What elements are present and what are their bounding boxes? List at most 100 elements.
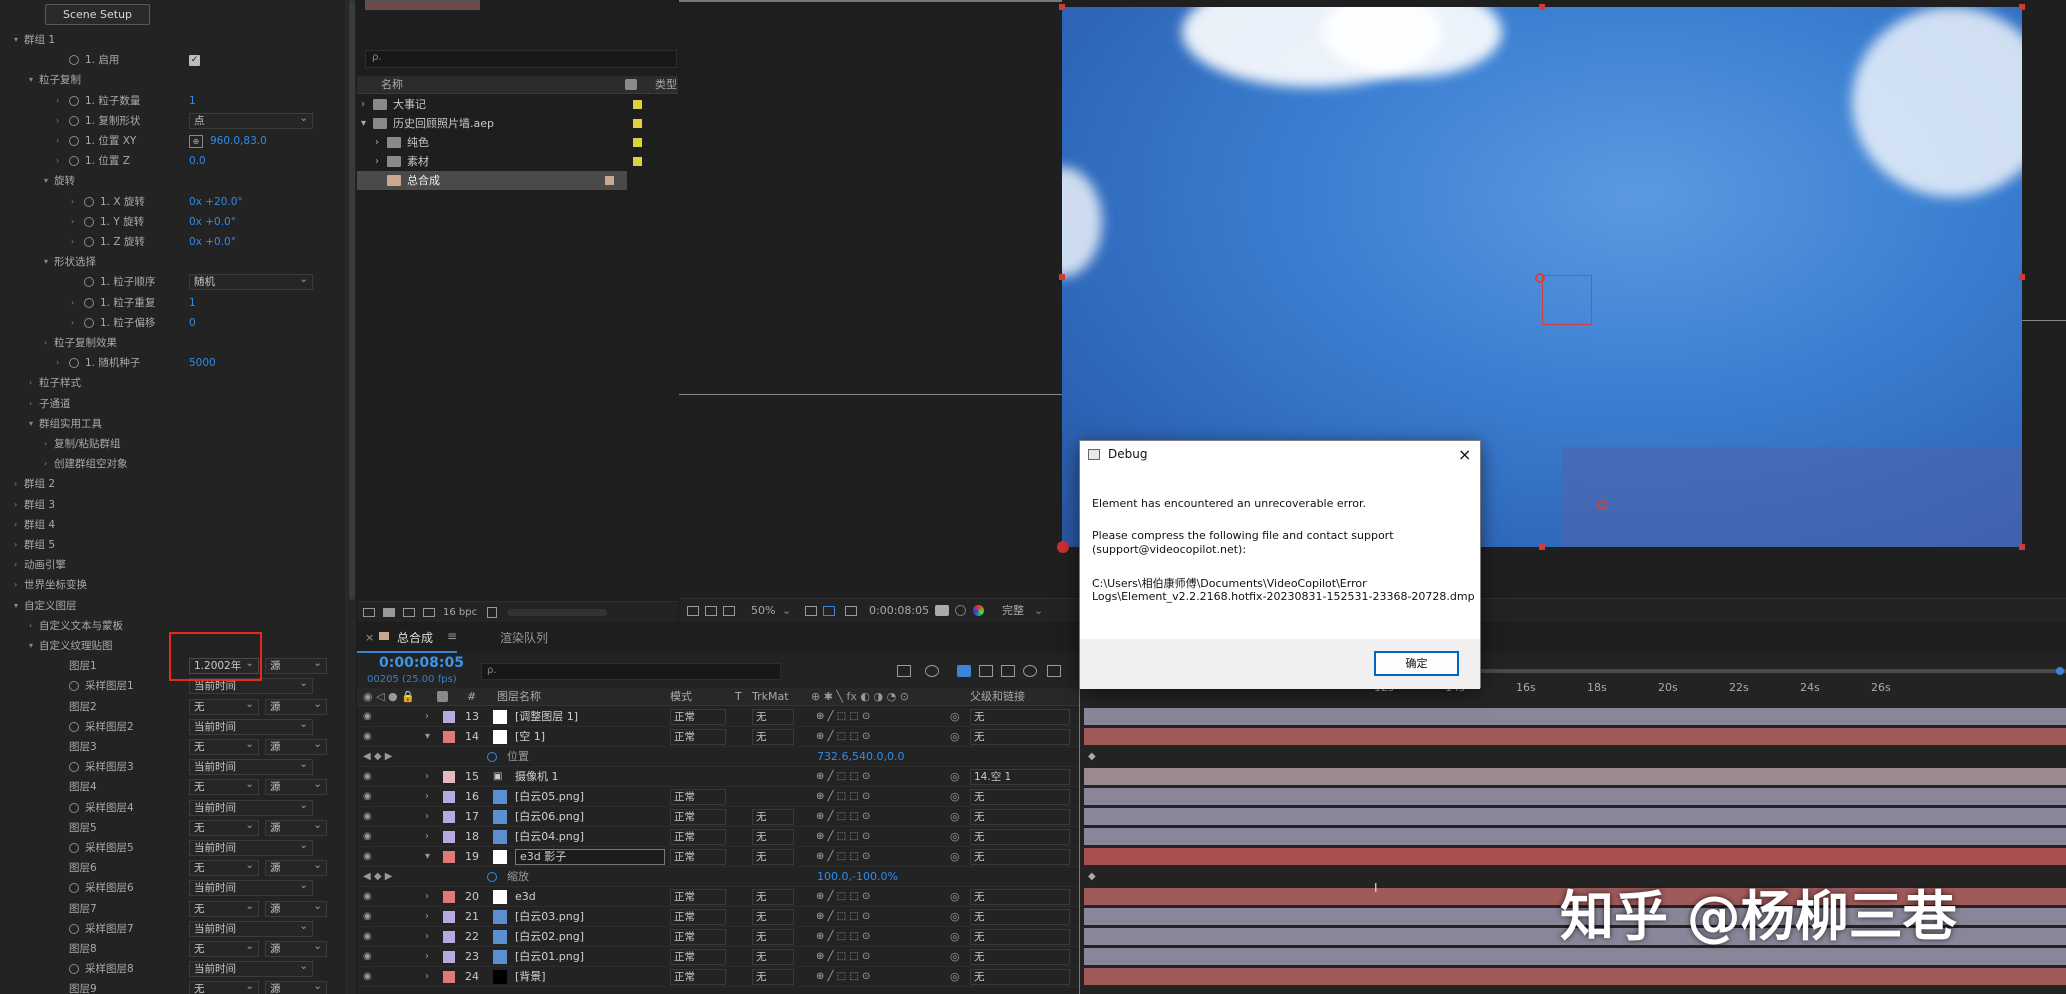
stopwatch-icon[interactable] (487, 752, 497, 762)
layer-name[interactable]: [白云01.png] (515, 947, 584, 967)
layer-name[interactable]: [白云03.png] (515, 907, 584, 927)
trkmat-dropdown[interactable]: 无 (752, 909, 794, 925)
layer-duration-bar[interactable] (1084, 768, 2066, 785)
effect-property-row[interactable]: ▾ 群组实用工具 (0, 414, 346, 434)
blend-mode-dropdown[interactable]: 正常 (670, 729, 726, 745)
work-area-end-handle[interactable] (2056, 667, 2064, 675)
chevron-down-icon[interactable]: ▾ (425, 727, 430, 747)
stopwatch-icon[interactable] (69, 964, 79, 975)
settings-icon[interactable] (423, 608, 435, 617)
chevron-right-icon[interactable]: › (71, 232, 74, 252)
stopwatch-icon[interactable] (84, 237, 94, 247)
pickwhip-icon[interactable]: ◎ (950, 767, 960, 787)
dropdown[interactable]: 当前时间 (189, 757, 313, 776)
source-dropdown[interactable]: 源 (265, 979, 327, 994)
chevron-right-icon[interactable]: › (14, 495, 17, 515)
col-num[interactable]: # (467, 688, 476, 706)
layer-row[interactable]: ◉ › 22 [白云02.png] 正常 无 ⊕ ╱ ⬚ ⬚ ⊙ ◎ 无 (357, 927, 1079, 947)
layer-name[interactable]: [白云05.png] (515, 787, 584, 807)
keyframe-icon[interactable]: ◆ (1088, 747, 1096, 767)
property-value[interactable]: 1 (189, 293, 196, 313)
layer-duration-bar[interactable] (1084, 828, 2066, 845)
source-dropdown[interactable]: 源 (265, 818, 327, 836)
effect-property-row[interactable]: › 1. 粒子数量 1 (0, 91, 346, 111)
effect-property-row[interactable]: › 1. 粒子重复 1 (0, 293, 346, 313)
blend-mode-dropdown[interactable]: 正常 (670, 929, 726, 945)
keyframe-nav-icon[interactable]: ◀ ◆ ▶ (363, 747, 392, 767)
project-item[interactable]: › 纯色 (357, 133, 678, 152)
layer-switches[interactable]: ⊕ ╱ ⬚ ⬚ ⊙ (816, 787, 870, 807)
chevron-right-icon[interactable]: › (71, 192, 74, 212)
dropdown[interactable]: 当前时间 (189, 959, 313, 978)
col-parent[interactable]: 父级和链接 (970, 688, 1025, 706)
layer-row[interactable]: ◉ › 21 [白云03.png] 正常 无 ⊕ ╱ ⬚ ⬚ ⊙ ◎ 无 (357, 907, 1079, 927)
layer-name[interactable]: e3d 影子 (515, 849, 665, 865)
effect-property-row[interactable]: 图层7 无源 (0, 899, 346, 919)
effect-property-row[interactable]: › 粒子复制效果 (0, 333, 346, 353)
stopwatch-icon[interactable] (69, 843, 79, 853)
frame-blending-icon[interactable] (979, 665, 993, 677)
effect-property-row[interactable]: › 1. 位置 Z 0.0 (0, 151, 346, 171)
label-color[interactable] (443, 851, 455, 863)
handle[interactable] (2019, 274, 2025, 280)
trkmat-dropdown[interactable]: 无 (752, 709, 794, 725)
chevron-right-icon[interactable]: › (29, 616, 32, 636)
chevron-right-icon[interactable]: › (425, 827, 429, 847)
effect-property-row[interactable]: 图层8 无源 (0, 939, 346, 959)
chevron-down-icon[interactable]: ▾ (14, 596, 18, 616)
visibility-eye-icon[interactable]: ◉ (363, 967, 372, 987)
trash-icon[interactable] (487, 607, 497, 618)
effect-property-row[interactable]: 采样图层4 当前时间 (0, 798, 346, 818)
parent-dropdown[interactable]: 14.空 1 (970, 769, 1070, 785)
handle[interactable] (1059, 4, 1065, 10)
effect-property-row[interactable]: › 1. Z 旋转 0x +0.0° (0, 232, 346, 252)
anchor-point-icon[interactable] (1535, 273, 1545, 283)
handle[interactable] (1539, 544, 1545, 550)
effect-property-row[interactable]: 采样图层8 当前时间 (0, 959, 346, 979)
effect-property-row[interactable]: ▾ 自定义图层 (0, 596, 346, 616)
visibility-eye-icon[interactable]: ◉ (363, 767, 372, 787)
layer-switches[interactable]: ⊕ ╱ ⬚ ⬚ ⊙ (816, 707, 870, 727)
effect-property-row[interactable]: ▾ 形状选择 (0, 252, 346, 272)
chevron-right-icon[interactable]: › (425, 787, 429, 807)
close-icon[interactable]: × (1458, 441, 1471, 468)
effect-property-row[interactable]: › 1. Y 旋转 0x +0.0° (0, 212, 346, 232)
layer-duration-bar[interactable] (1084, 728, 2066, 745)
layer-name[interactable]: [白云04.png] (515, 827, 584, 847)
blend-mode-dropdown[interactable]: 正常 (670, 809, 726, 825)
effect-property-row[interactable]: ▾ 旋转 (0, 171, 346, 191)
chevron-right-icon[interactable]: › (71, 293, 74, 313)
visibility-eye-icon[interactable]: ◉ (363, 707, 372, 727)
pickwhip-icon[interactable]: ◎ (950, 887, 960, 907)
parent-dropdown[interactable]: 无 (970, 829, 1070, 845)
new-folder-icon[interactable] (383, 608, 395, 617)
chevron-right-icon[interactable]: › (425, 947, 429, 967)
col-type[interactable]: 类型 (655, 76, 677, 94)
label-color[interactable] (443, 951, 455, 963)
chevron-down-icon[interactable]: ▾ (44, 171, 48, 191)
pickwhip-icon[interactable]: ◎ (950, 787, 960, 807)
parent-dropdown[interactable]: 无 (970, 929, 1070, 945)
parent-dropdown[interactable]: 无 (970, 909, 1070, 925)
layer-switches[interactable]: ⊕ ╱ ⬚ ⬚ ⊙ (816, 827, 870, 847)
fit-icon[interactable] (805, 606, 817, 616)
handle[interactable] (1539, 4, 1545, 10)
stopwatch-icon[interactable] (69, 802, 79, 813)
effect-property-row[interactable]: 图层3 无源 (0, 737, 346, 757)
layer-name[interactable]: [调整图层 1] (515, 707, 578, 727)
source-dropdown[interactable]: 源 (265, 737, 327, 755)
visibility-eye-icon[interactable]: ◉ (363, 727, 372, 747)
stopwatch-icon[interactable] (69, 762, 79, 773)
effect-property-row[interactable]: › 复制/粘贴群组 (0, 434, 346, 454)
layer-duration-bar[interactable] (1084, 788, 2066, 805)
scrollbar[interactable] (346, 0, 356, 994)
trkmat-dropdown[interactable]: 无 (752, 729, 794, 745)
property-value[interactable]: 100.0,-100.0% (817, 867, 898, 887)
chevron-right-icon[interactable]: › (425, 907, 429, 927)
col-trkmat[interactable]: TrkMat (752, 688, 789, 706)
layer-row[interactable]: ◉ ▾ 19 e3d 影子 正常 无 ⊕ ╱ ⬚ ⬚ ⊙ ◎ 无 (357, 847, 1079, 867)
project-search-input[interactable]: ρ. (365, 50, 677, 68)
pickwhip-icon[interactable]: ◎ (950, 707, 960, 727)
chevron-right-icon[interactable]: › (44, 333, 47, 353)
visibility-eye-icon[interactable]: ◉ (363, 907, 372, 927)
